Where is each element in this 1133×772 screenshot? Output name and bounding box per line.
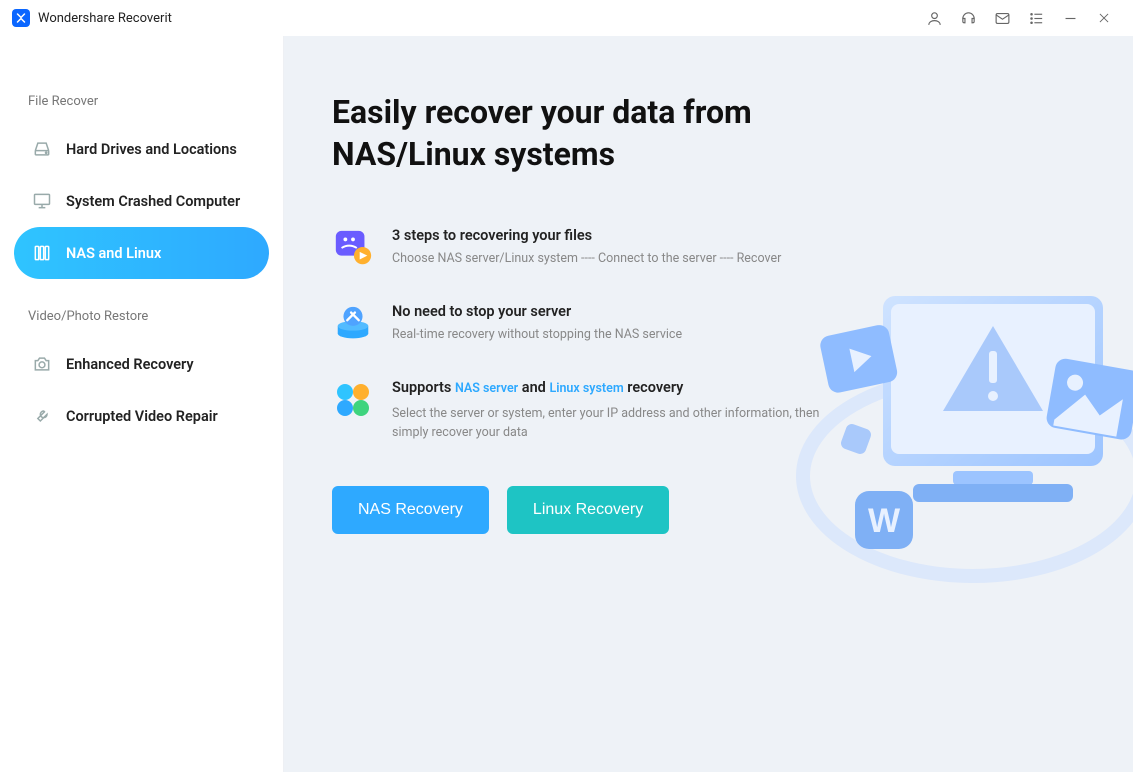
sidebar-section-video-photo: Video/Photo Restore [28, 309, 269, 324]
list-icon[interactable] [1019, 4, 1053, 32]
main-content: Easily recover your data from NAS/Linux … [284, 36, 1133, 772]
hero-illustration: W [793, 236, 1133, 636]
sidebar-item-system-crashed[interactable]: System Crashed Computer [14, 175, 269, 227]
nas-icon [32, 243, 52, 263]
wrench-icon [32, 406, 52, 426]
sidebar-item-label: Corrupted Video Repair [66, 408, 218, 425]
sidebar-item-label: Enhanced Recovery [66, 356, 194, 373]
feature-title: Supports NAS server and Linux system rec… [392, 379, 832, 399]
support-icon[interactable] [951, 4, 985, 32]
account-icon[interactable] [917, 4, 951, 32]
linux-system-link[interactable]: Linux system [549, 381, 623, 396]
feature-nostop: No need to stop your server Real-time re… [332, 303, 832, 345]
feature-title: No need to stop your server [392, 303, 682, 320]
window-play-icon [332, 227, 374, 269]
close-icon[interactable] [1087, 4, 1121, 32]
sidebar-section-file-recover: File Recover [28, 94, 269, 109]
sidebar-item-corrupted-video[interactable]: Corrupted Video Repair [14, 390, 269, 442]
nas-recovery-button[interactable]: NAS Recovery [332, 486, 489, 534]
mail-icon[interactable] [985, 4, 1019, 32]
app-logo-icon [12, 9, 30, 27]
feature-desc: Select the server or system, enter your … [392, 405, 832, 443]
hard-drive-icon [32, 139, 52, 159]
page-headline: Easily recover your data from NAS/Linux … [332, 92, 852, 175]
server-tools-icon [332, 303, 374, 345]
nas-server-link[interactable]: NAS server [455, 381, 518, 396]
titlebar: Wondershare Recoverit [0, 0, 1133, 36]
app-title: Wondershare Recoverit [38, 11, 172, 26]
linux-recovery-button[interactable]: Linux Recovery [507, 486, 669, 534]
monitor-icon [32, 191, 52, 211]
sidebar-item-enhanced-recovery[interactable]: Enhanced Recovery [14, 338, 269, 390]
sidebar-item-label: System Crashed Computer [66, 193, 240, 210]
feature-desc: Choose NAS server/Linux system ---- Conn… [392, 250, 781, 269]
sidebar-item-hard-drives[interactable]: Hard Drives and Locations [14, 123, 269, 175]
feature-desc: Real-time recovery without stopping the … [392, 326, 682, 345]
sidebar-item-nas-linux[interactable]: NAS and Linux [14, 227, 269, 279]
circles-icon [332, 379, 374, 421]
sidebar-item-label: NAS and Linux [66, 245, 161, 262]
minimize-icon[interactable] [1053, 4, 1087, 32]
camera-icon [32, 354, 52, 374]
feature-supports: Supports NAS server and Linux system rec… [332, 379, 832, 442]
sidebar: File Recover Hard Drives and Locations S… [0, 36, 284, 772]
feature-steps: 3 steps to recovering your files Choose … [332, 227, 832, 269]
feature-title: 3 steps to recovering your files [392, 227, 781, 244]
sidebar-item-label: Hard Drives and Locations [66, 141, 237, 158]
